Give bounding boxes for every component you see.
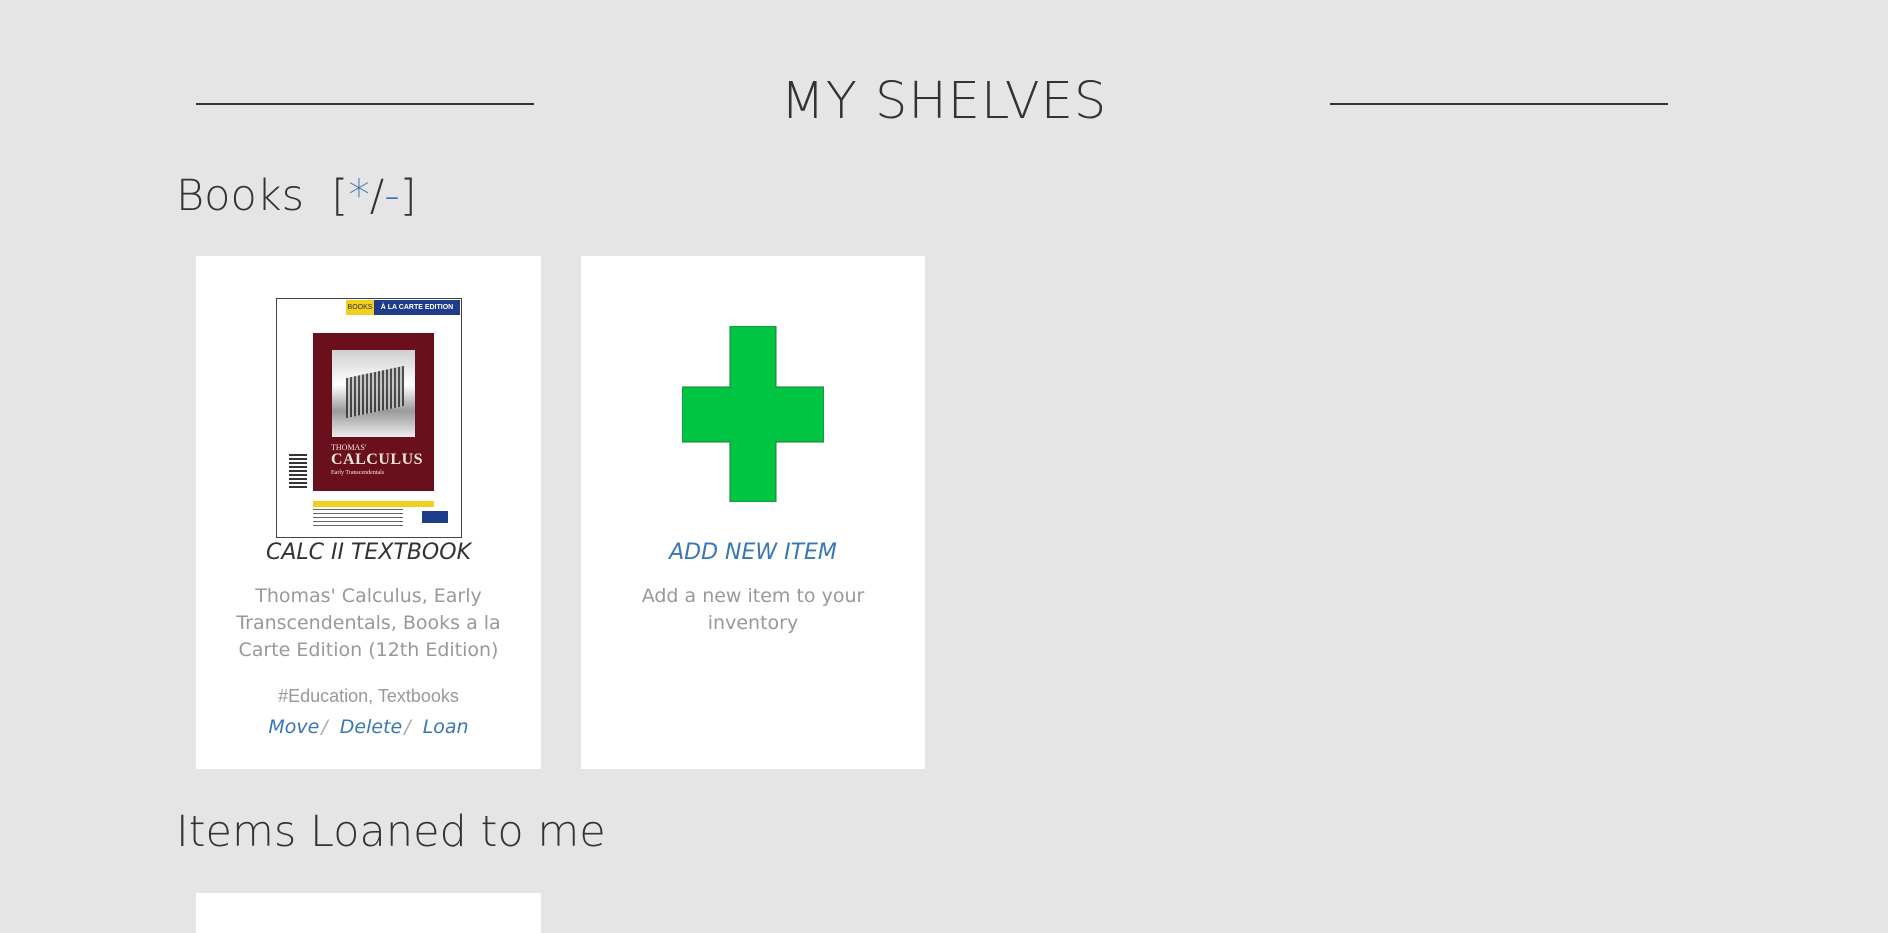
cover-banner: BOOKS À LA CARTE EDITION xyxy=(277,299,461,316)
page-header: MY SHELVES xyxy=(0,72,1888,132)
bracket-open: [ xyxy=(331,171,349,221)
action-separator: / xyxy=(321,716,328,738)
book-cover-image[interactable]: BOOKS À LA CARTE EDITION THOMAS' CALCULU… xyxy=(276,298,462,538)
cover-fine-print xyxy=(313,509,403,527)
item-tags: #Education, Textbooks xyxy=(278,686,459,706)
books-heading-label: Books xyxy=(176,171,305,221)
item-title[interactable]: CALC II TEXTBOOK xyxy=(196,539,541,567)
cover-subtitle: Early Transcendentals xyxy=(331,470,385,476)
toggle-separator: / xyxy=(369,171,385,221)
cover-strip xyxy=(313,501,434,507)
cover-title: CALCULUS xyxy=(331,451,424,468)
books-section-heading: Books [*/-] xyxy=(176,170,417,222)
action-separator: / xyxy=(404,716,411,738)
barcode-image xyxy=(289,454,307,490)
bracket-close: ] xyxy=(399,171,417,221)
collapse-link[interactable]: - xyxy=(384,171,400,221)
cover-badge-left: BOOKS xyxy=(346,300,374,315)
publisher-logo xyxy=(422,511,448,523)
cover-panel: THOMAS' CALCULUS Early Transcendentals xyxy=(313,333,434,491)
add-item-description: Add a new item to your inventory xyxy=(641,585,865,634)
item-description: Thomas' Calculus, Early Transcendentals,… xyxy=(236,585,501,661)
add-item-card[interactable]: ADD NEW ITEM Add a new item to your inve… xyxy=(581,256,925,769)
plus-icon[interactable] xyxy=(682,326,824,502)
loan-link[interactable]: Loan xyxy=(423,716,469,738)
books-toggle: [*/-] xyxy=(331,171,416,221)
loaned-item-card xyxy=(196,893,541,933)
item-actions: Move / Delete / Loan xyxy=(196,713,541,741)
page-title: MY SHELVES xyxy=(780,72,1108,131)
move-link[interactable]: Move xyxy=(268,716,319,738)
expand-link[interactable]: * xyxy=(348,171,370,221)
item-card: BOOKS À LA CARTE EDITION THOMAS' CALCULU… xyxy=(196,256,541,769)
cover-badge-right: À LA CARTE EDITION xyxy=(374,300,460,315)
loaned-section-heading: Items Loaned to me xyxy=(176,807,606,857)
delete-link[interactable]: Delete xyxy=(340,716,402,738)
add-item-title[interactable]: ADD NEW ITEM xyxy=(581,539,925,567)
header-divider-right xyxy=(1330,103,1668,105)
cover-photo xyxy=(332,350,415,437)
